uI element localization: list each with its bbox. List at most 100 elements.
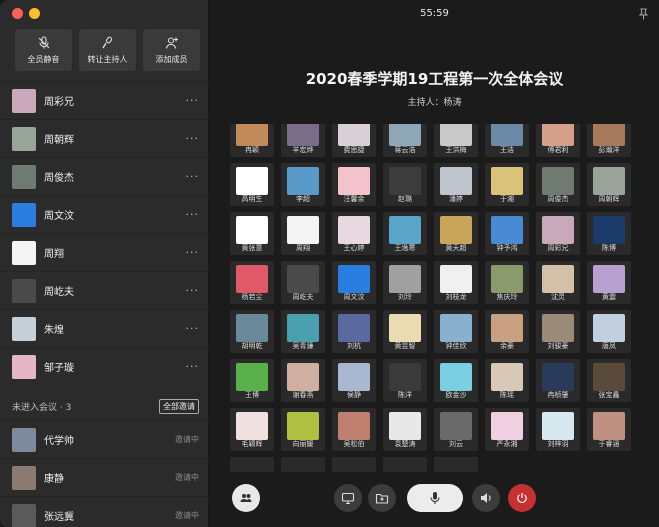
participant-tile[interactable]: 陈洋	[383, 359, 427, 402]
more-options-icon[interactable]: ···	[186, 284, 200, 297]
participant-tile[interactable]: 谢春燕	[281, 359, 325, 402]
participant-tile[interactable]: 焦庆玲	[485, 261, 529, 304]
participant-tile[interactable]: 欧金沙	[434, 359, 478, 402]
participant-tile[interactable]: 于湘	[485, 163, 529, 206]
participant-tile[interactable]: 陈瑶	[485, 359, 529, 402]
participant-tile[interactable]: 袁楚涛	[383, 408, 427, 451]
participant-tile[interactable]: 周朝辉	[587, 163, 631, 206]
minimize-window-button[interactable]	[29, 8, 40, 19]
speaker-button[interactable]	[472, 484, 500, 512]
participant-tile[interactable]: 王心婷	[332, 212, 376, 255]
participant-tile[interactable]: 蒋云浩	[383, 124, 427, 157]
participant-tile[interactable]: 侯静	[332, 359, 376, 402]
more-options-icon[interactable]: ···	[186, 360, 200, 373]
participant-tile[interactable]: 王逸寒	[383, 212, 427, 255]
member-row[interactable]: 邹子璇 ···	[0, 347, 209, 385]
invite-status: 邀请中	[175, 511, 199, 520]
participant-tile[interactable]: 周俊杰	[536, 163, 580, 206]
participant-tile[interactable]: 胡明乾	[230, 310, 274, 353]
participant-tile[interactable]: 黄天超	[434, 212, 478, 255]
participant-tile[interactable]: 向丽媛	[281, 408, 325, 451]
member-row[interactable]: 周俊杰 ···	[0, 157, 209, 195]
participant-tile[interactable]: 冉桢肇	[536, 359, 580, 402]
participant-tile[interactable]: 张宝鑫	[587, 359, 631, 402]
member-row[interactable]: 周翔 ···	[0, 233, 209, 271]
participant-tile[interactable]: 王博	[230, 359, 274, 402]
participant-tile[interactable]: 于睿涵	[587, 408, 631, 451]
more-options-icon[interactable]: ···	[186, 208, 200, 221]
participant-name: 周翔	[296, 244, 310, 252]
add-member-button[interactable]: 添加成员	[143, 29, 200, 71]
member-row[interactable]: 周朝辉 ···	[0, 119, 209, 157]
participant-tile[interactable]: 吴松伯	[332, 408, 376, 451]
participant-tile[interactable]: 唐凤	[587, 310, 631, 353]
participant-tile[interactable]: 周翔	[281, 212, 325, 255]
more-options-icon[interactable]: ···	[186, 94, 200, 107]
participant-tile[interactable]: 汪馨余	[332, 163, 376, 206]
participant-tile[interactable]: 杨若尘	[230, 261, 274, 304]
not-joined-header: 未进入会议 · 3 全部邀请	[0, 396, 209, 416]
participant-name: 胡明乾	[241, 342, 263, 350]
participant-tile[interactable]: 余豪	[485, 310, 529, 353]
participant-tile[interactable]: 黄震	[587, 261, 631, 304]
participant-tile[interactable]: 潘婷	[434, 163, 478, 206]
participant-tile[interactable]: 刘杭	[332, 310, 376, 353]
participant-tile[interactable]: 羊宏烨	[281, 124, 325, 157]
participant-tile[interactable]: 刘梓羽	[536, 408, 580, 451]
participant-tile[interactable]: 刘枝龙	[434, 261, 478, 304]
participant-tile[interactable]: 冉颖	[230, 124, 274, 157]
participant-tile[interactable]: 王洁	[485, 124, 529, 157]
member-row[interactable]: 周彩兄 ···	[0, 81, 209, 119]
transfer-host-button[interactable]: 转让主持人	[79, 29, 136, 71]
participant-tile[interactable]: 王洪梅	[434, 124, 478, 157]
participant-tile[interactable]: 傅君利	[536, 124, 580, 157]
participant-name: 黄昱智	[394, 342, 416, 350]
participants-button[interactable]	[232, 484, 260, 512]
participant-tile[interactable]: 刘云	[434, 408, 478, 451]
pending-member-row[interactable]: 康静 邀请中	[0, 458, 209, 496]
invite-all-button[interactable]: 全部邀请	[159, 398, 199, 414]
participant-video	[287, 363, 319, 391]
member-row[interactable]: 周文汶 ···	[0, 195, 209, 233]
mute-all-button[interactable]: 全员静音	[15, 29, 72, 71]
member-row[interactable]: 周屹夫 ···	[0, 271, 209, 309]
power-icon	[517, 493, 527, 503]
participant-tile[interactable]: 钟予鸿	[485, 212, 529, 255]
leave-meeting-button[interactable]	[508, 484, 536, 512]
participant-tile[interactable]: 高明生	[230, 163, 274, 206]
participant-tile[interactable]: 黄昱智	[383, 310, 427, 353]
participant-tile[interactable]: 周屹夫	[281, 261, 325, 304]
more-options-icon[interactable]: ···	[186, 246, 200, 259]
member-name: 张远冀	[44, 512, 74, 523]
participant-tile[interactable]: 吴青濂	[281, 310, 325, 353]
participant-tile[interactable]: 钟佳欣	[434, 310, 478, 353]
participant-tile[interactable]: 刘骏豪	[536, 310, 580, 353]
participant-tile[interactable]: 严永湘	[485, 408, 529, 451]
participant-tile[interactable]: 赵璐	[383, 163, 427, 206]
participant-tile[interactable]: 周文汶	[332, 261, 376, 304]
participant-video	[338, 167, 370, 195]
not-joined-count: 未进入会议 · 3	[12, 402, 72, 413]
participant-tile[interactable]: 陈博	[587, 212, 631, 255]
more-options-icon[interactable]: ···	[186, 132, 200, 145]
close-window-button[interactable]	[12, 8, 23, 19]
member-row[interactable]: 朱煌 ···	[0, 309, 209, 347]
participant-tile[interactable]: 黄张意	[230, 212, 274, 255]
pending-member-row[interactable]: 张远冀 邀请中	[0, 496, 209, 527]
microphone-button[interactable]	[407, 484, 463, 512]
more-options-icon[interactable]: ···	[186, 322, 200, 335]
participant-tile[interactable]: 毛颖辉	[230, 408, 274, 451]
share-screen-button[interactable]	[334, 484, 362, 512]
participant-tile[interactable]: 李超	[281, 163, 325, 206]
more-options-icon[interactable]: ···	[186, 170, 200, 183]
participant-tile[interactable]: 周彩兄	[536, 212, 580, 255]
pending-member-row[interactable]: 代学帅 邀请中	[0, 420, 209, 458]
participant-tile[interactable]: 费思捷	[332, 124, 376, 157]
pin-icon[interactable]	[638, 8, 649, 20]
participant-name: 周彩兄	[547, 244, 569, 252]
participant-tile[interactable]: 沈灵	[536, 261, 580, 304]
share-file-button[interactable]	[368, 484, 396, 512]
participant-tile[interactable]: 刘玲	[383, 261, 427, 304]
participant-tile[interactable]: 彭瀚洋	[587, 124, 631, 157]
participant-video	[389, 412, 421, 440]
